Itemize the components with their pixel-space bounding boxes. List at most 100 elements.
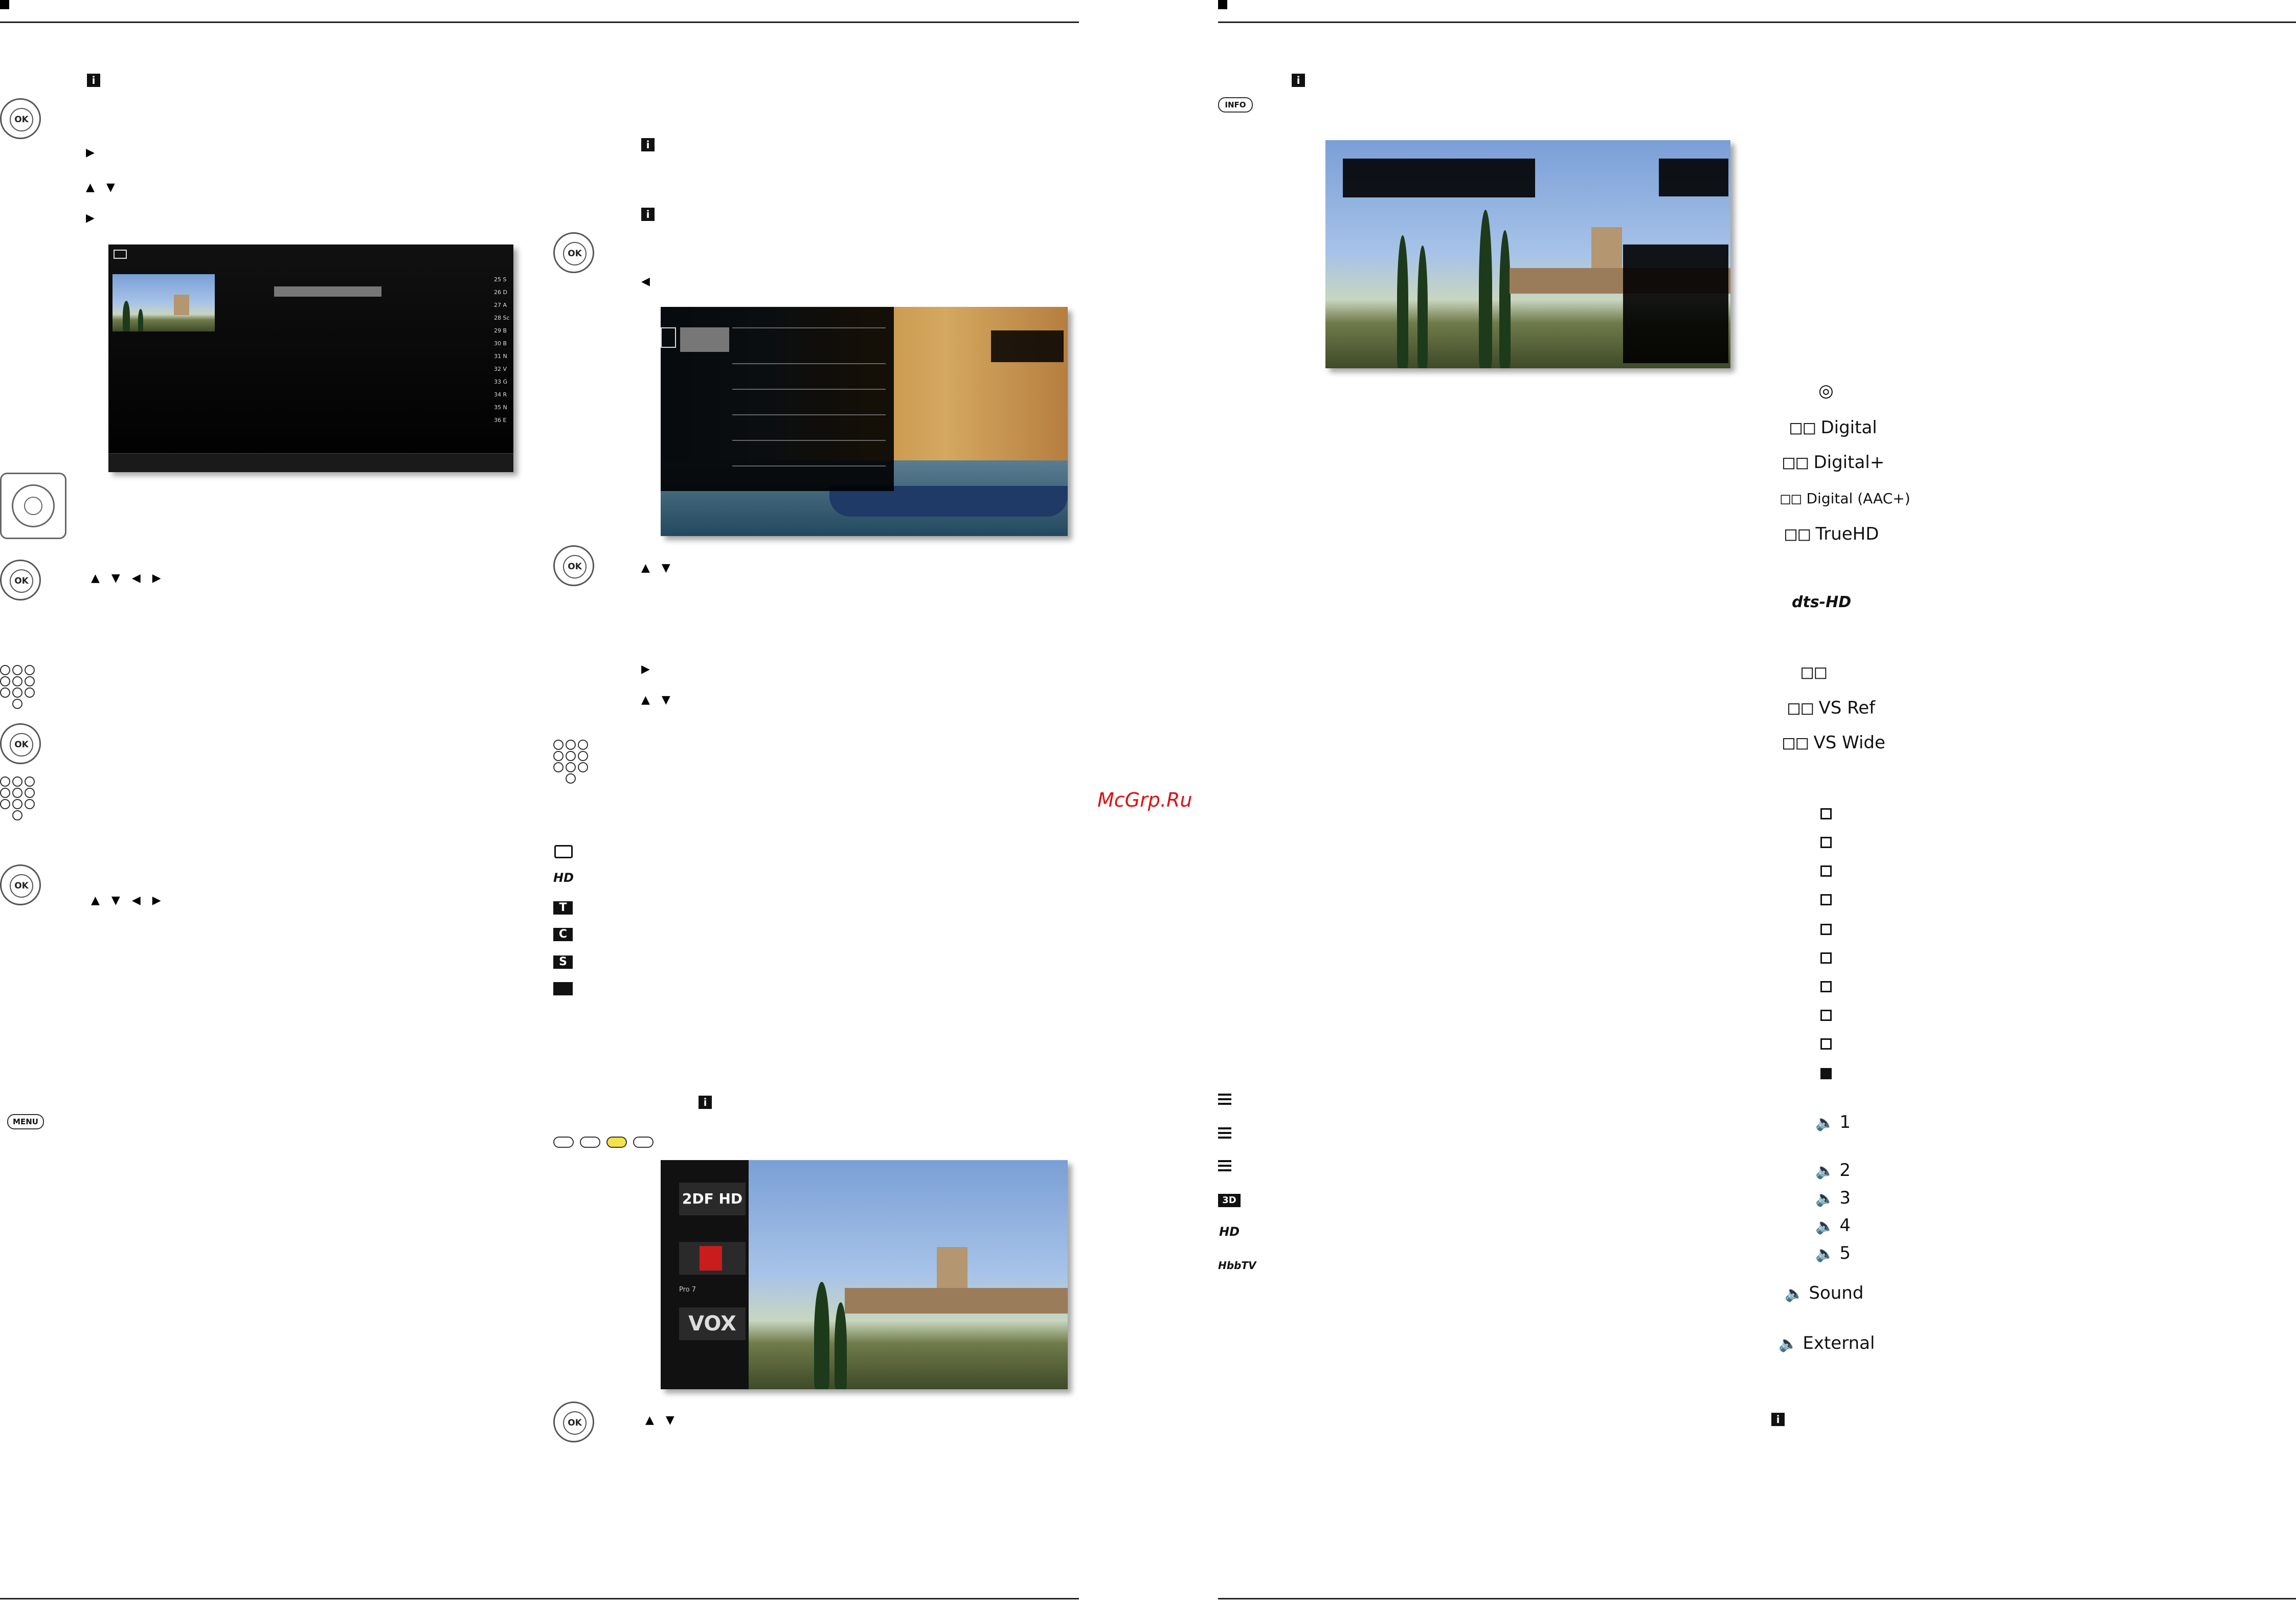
channel-num: 26 D — [494, 289, 507, 296]
arrow-right-3: ▶ — [641, 663, 654, 676]
vox-logo: VOX — [679, 1307, 746, 1340]
ok-button-2[interactable]: OK — [0, 560, 41, 601]
dolby-digital-plus-label: Digital+ — [1813, 452, 1885, 473]
ok-button-5[interactable]: OK — [553, 232, 594, 273]
ok-label: OK — [10, 874, 33, 898]
ok-label: OK — [10, 569, 33, 593]
channel-list-screenshot: 25 S 26 D 27 A 28 Sc 29 B 30 B 31 N 32 V… — [108, 244, 513, 472]
ok-button-7[interactable]: OK — [553, 1402, 594, 1442]
ok-button-4[interactable]: OK — [0, 864, 41, 905]
menu-button[interactable]: MENU — [7, 1114, 44, 1129]
speaker-icon: 🔈 — [1785, 1285, 1804, 1303]
arrow-four-way: ▲ ▼ ◀ ▶ — [91, 572, 165, 585]
channel-numbers: 25 S 26 D 27 A 28 Sc 29 B 30 B 31 N 32 V… — [494, 273, 511, 427]
channel-logo-screenshot: 2DF HD Pro 7 VOX — [661, 1160, 1068, 1389]
channel-num: 35 N — [494, 404, 507, 411]
ok-label: OK — [563, 242, 587, 265]
corner-mark-left — [0, 0, 9, 9]
channel-num: 25 S — [494, 276, 507, 283]
dolby-icon: ◻◻ — [1782, 452, 1809, 473]
number-keys-icon-3 — [553, 740, 590, 786]
hd-icon: HD — [553, 871, 574, 885]
speaker-config-icon — [1820, 1038, 1832, 1050]
info-button[interactable]: INFO — [1218, 97, 1253, 113]
preview-image — [112, 274, 215, 331]
sound-output-label: Sound — [1809, 1283, 1864, 1303]
teletext-icon: T — [553, 901, 573, 915]
dolby-icon: ◻◻ — [1789, 417, 1816, 438]
speaker-config-icon — [1820, 1068, 1832, 1079]
stereo-icon: ◎ — [1818, 381, 1834, 401]
dolby-digital-aac: ◻◻ Digital (AAC+) — [1780, 490, 1910, 507]
channel-num: 27 A — [494, 302, 507, 308]
vs-ref-label: VS Ref — [1818, 698, 1876, 718]
dolby-digital-plus: ◻◻ Digital+ — [1782, 452, 1884, 473]
ok-label: OK — [563, 555, 587, 579]
channel-num: 29 B — [494, 327, 507, 334]
speaker-config-icon — [1820, 924, 1832, 935]
dts-hd-logo: dts-HD — [1792, 593, 1852, 611]
color-button-blue[interactable] — [633, 1137, 654, 1148]
dolby-vs-wide: ◻◻ VS Wide — [1782, 732, 1885, 753]
channel-num: 28 Sc — [494, 315, 510, 321]
speaker-icon: 🔈 — [1815, 1217, 1835, 1235]
dolby-icon: ◻◻ — [1784, 524, 1811, 544]
speaker-config-icon — [1820, 837, 1832, 848]
audio-track-4-label: 4 — [1839, 1215, 1851, 1236]
dolby-icon-standalone: ◻◻ — [1800, 662, 1828, 682]
speaker-config-icon — [1820, 1010, 1832, 1021]
speaker-icon: 🔈 — [1815, 1114, 1835, 1132]
channel-num: 31 N — [494, 353, 507, 360]
status-bar — [108, 453, 513, 472]
channel-num: 30 B — [494, 340, 507, 347]
selected-row[interactable] — [274, 286, 381, 297]
speaker-config-icon — [1820, 952, 1832, 964]
color-button-red[interactable] — [553, 1137, 574, 1148]
speaker-icon: 🔈 — [1815, 1245, 1835, 1263]
dolby-vs-ref: ◻◻ VS Ref — [1787, 698, 1875, 718]
arrow-up-down-2: ▲ ▼ — [641, 562, 674, 574]
hbbtv-icon: HbbTV — [1218, 1259, 1256, 1272]
corner-mark-right — [1218, 0, 1227, 9]
arrow-up-down-4: ▲ ▼ — [645, 1414, 679, 1427]
speaker-config-icon — [1820, 981, 1832, 992]
arrow-up-down-3: ▲ ▼ — [641, 694, 674, 706]
zdf-logo: 2DF HD — [679, 1183, 746, 1215]
speaker-icon: 🔈 — [1815, 1190, 1835, 1208]
ok-button-6[interactable]: OK — [553, 545, 594, 586]
info-side-panel — [1659, 159, 1728, 196]
info-note-icon-2: i — [641, 138, 655, 151]
tv-icon — [114, 250, 127, 259]
color-button-yellow[interactable] — [606, 1137, 627, 1148]
info-note-icon-4: i — [699, 1096, 712, 1109]
three-d-icon: 3D — [1218, 1194, 1241, 1207]
ok-button[interactable]: OK — [0, 98, 41, 139]
dolby-truehd: ◻◻ TrueHD — [1784, 524, 1879, 544]
arrow-four-way-2: ▲ ▼ ◀ ▶ — [91, 894, 165, 907]
channel-num: 34 R — [494, 391, 507, 398]
info-overlay — [991, 330, 1064, 362]
color-button-green[interactable] — [580, 1137, 600, 1148]
menu-panel — [661, 307, 894, 491]
sound-output: 🔈 Sound — [1785, 1283, 1863, 1303]
info-note-icon-6: i — [1771, 1413, 1785, 1426]
ok-label: OK — [563, 1411, 587, 1435]
dolby-icon: ◻◻ — [1782, 732, 1809, 753]
arrow-up-down: ▲ ▼ — [86, 181, 119, 194]
channel-num: 33 G — [494, 379, 508, 385]
header-rule-right — [1218, 21, 2296, 23]
ok-button-3[interactable]: OK — [0, 723, 41, 764]
audio-track-4: 🔈 4 — [1815, 1215, 1851, 1236]
speaker-icon: 🔈 — [1815, 1162, 1835, 1180]
remote-control-pad-icon — [0, 473, 66, 539]
hd-icon-2: HD — [1219, 1225, 1240, 1239]
ok-label: OK — [10, 733, 33, 757]
list-screen-icon — [1218, 1127, 1239, 1143]
channel-num: 36 E — [494, 417, 507, 424]
speaker-config-icon — [1820, 865, 1832, 877]
number-keys-icon-2 — [0, 776, 37, 822]
dolby-truehd-label: TrueHD — [1815, 524, 1879, 544]
list-multi-icon — [1218, 1160, 1239, 1175]
speaker-config-icon — [1820, 894, 1832, 905]
speaker-config-icon — [1820, 808, 1832, 819]
